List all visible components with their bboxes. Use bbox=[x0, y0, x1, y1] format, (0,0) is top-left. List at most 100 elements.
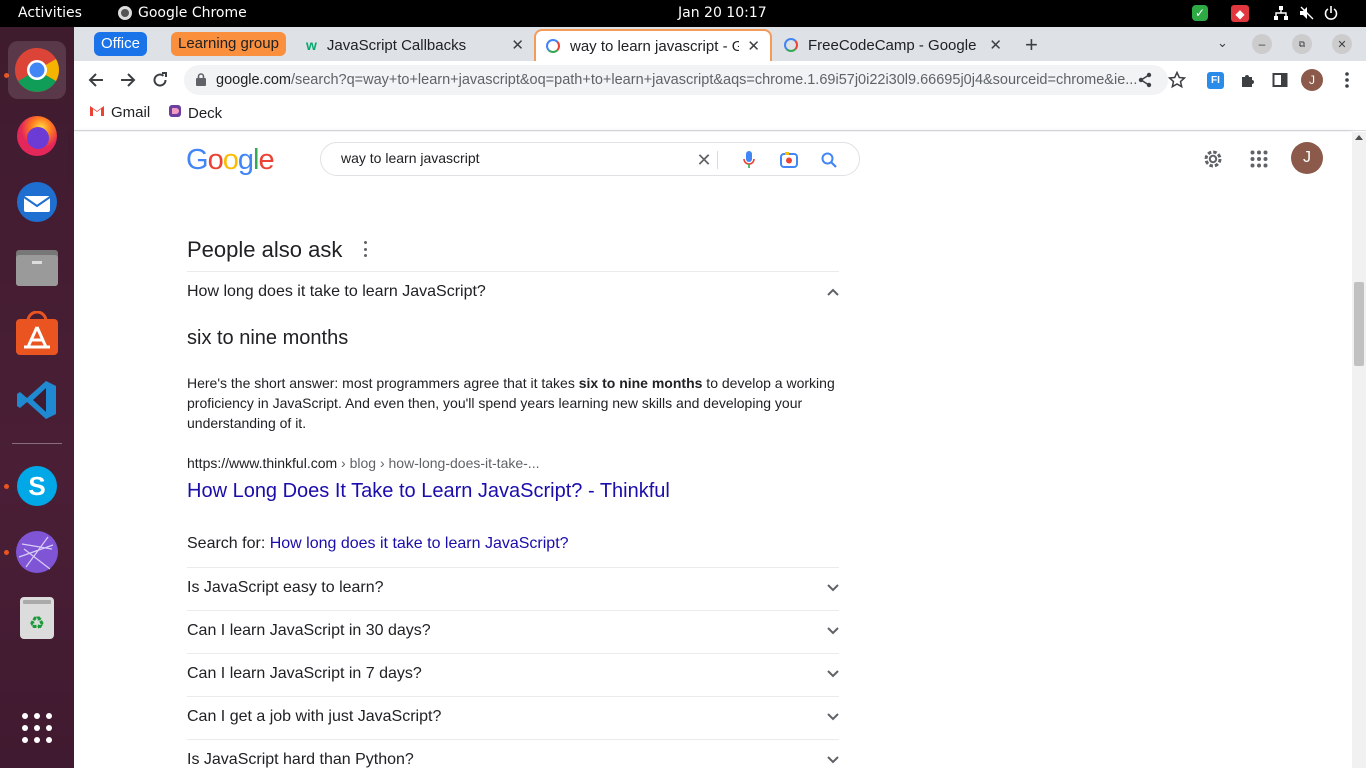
show-apps-icon[interactable] bbox=[8, 699, 66, 757]
google-logo[interactable]: Google bbox=[186, 144, 275, 177]
people-also-ask-title: People also ask bbox=[187, 237, 343, 262]
close-tab-icon[interactable]: ✕ bbox=[511, 36, 524, 54]
google-header: Google ✕ J bbox=[74, 132, 1352, 185]
google-search-box[interactable]: ✕ bbox=[320, 142, 860, 176]
tab-search-chevron-down-icon[interactable]: ⌄ bbox=[1217, 35, 1228, 51]
w3schools-favicon-icon: w bbox=[306, 37, 317, 53]
close-tab-icon[interactable]: ✕ bbox=[747, 37, 760, 55]
paa-question[interactable]: Can I learn JavaScript in 7 days? bbox=[187, 653, 839, 695]
firefox-icon[interactable] bbox=[8, 107, 66, 165]
result-title-link[interactable]: How Long Does It Take to Learn JavaScrip… bbox=[187, 480, 670, 503]
minimize-icon[interactable]: – bbox=[1252, 34, 1272, 54]
browser-menu-icon[interactable] bbox=[1336, 69, 1358, 91]
question-text: Is JavaScript easy to learn? bbox=[187, 579, 384, 596]
cite-breadcrumb: › blog › how-long-does-it-take-... bbox=[337, 455, 540, 471]
new-tab-icon[interactable]: + bbox=[1025, 32, 1038, 58]
search-icon[interactable] bbox=[819, 150, 839, 170]
back-icon[interactable] bbox=[85, 69, 107, 91]
question-text: Is JavaScript hard than Python? bbox=[187, 751, 414, 768]
tab-group-office[interactable]: Office bbox=[94, 32, 147, 56]
close-window-icon[interactable]: ✕ bbox=[1332, 34, 1352, 54]
bookmark-star-icon[interactable] bbox=[1166, 69, 1188, 91]
paa-question[interactable]: Is JavaScript easy to learn? bbox=[187, 567, 839, 609]
app-menu-label: Google Chrome bbox=[138, 5, 247, 21]
tab-group-learning[interactable]: Learning group bbox=[171, 32, 286, 56]
search-for-line: Search for: How long does it take to lea… bbox=[187, 535, 569, 553]
cite-domain: https://www.thinkful.com bbox=[187, 455, 338, 471]
clock[interactable]: Jan 20 10:17 bbox=[678, 5, 767, 21]
settings-gear-icon[interactable] bbox=[1202, 148, 1224, 175]
url-path: /search?q=way+to+learn+javascript&oq=pat… bbox=[290, 72, 1138, 88]
google-apps-icon[interactable] bbox=[1250, 150, 1268, 173]
web-app-icon[interactable] bbox=[8, 523, 66, 581]
more-options-icon[interactable] bbox=[364, 241, 368, 257]
answer-snippet: Here's the short answer: most programmer… bbox=[187, 373, 842, 433]
volume-muted-icon[interactable] bbox=[1298, 5, 1314, 21]
network-icon[interactable] bbox=[1273, 5, 1289, 21]
paa-question[interactable]: Is JavaScript hard than Python? bbox=[187, 739, 839, 768]
bookmark-deck[interactable]: Deck bbox=[168, 104, 222, 122]
search-results: People also ask How long does it take to… bbox=[74, 185, 1352, 768]
tab-javascript-callbacks[interactable]: w JavaScript Callbacks ✕ bbox=[296, 29, 534, 61]
bookmark-gmail[interactable]: Gmail bbox=[89, 104, 150, 121]
files-icon[interactable] bbox=[8, 239, 66, 297]
lens-search-icon[interactable] bbox=[779, 150, 799, 170]
paa-question-expanded[interactable]: How long does it take to learn JavaScrip… bbox=[187, 271, 839, 313]
bookmarks-bar: Gmail Deck bbox=[74, 99, 1366, 131]
shield-check-icon[interactable]: ✓ bbox=[1192, 5, 1208, 21]
voice-search-icon[interactable] bbox=[739, 150, 759, 170]
tab-freecodecamp[interactable]: FreeCodeCamp - Google S ✕ bbox=[774, 29, 1012, 61]
chrome-small-icon bbox=[118, 6, 132, 20]
lock-icon[interactable] bbox=[196, 73, 206, 90]
svg-text:♻: ♻ bbox=[29, 613, 45, 634]
google-favicon-icon bbox=[784, 38, 798, 52]
dock: S ♻ bbox=[0, 27, 74, 768]
paa-question[interactable]: Can I get a job with just JavaScript? bbox=[187, 696, 839, 738]
page-scrollbar[interactable] bbox=[1352, 132, 1366, 768]
scroll-up-arrow-icon[interactable] bbox=[1355, 135, 1363, 140]
share-icon[interactable] bbox=[1134, 69, 1156, 91]
search-for-label: Search for: bbox=[187, 535, 270, 552]
question-text: Can I get a job with just JavaScript? bbox=[187, 708, 442, 725]
chrome-icon[interactable] bbox=[8, 41, 66, 99]
reload-icon[interactable] bbox=[149, 69, 171, 91]
chevron-up-icon bbox=[827, 283, 839, 301]
search-input[interactable] bbox=[341, 150, 681, 166]
scrollbar-thumb[interactable] bbox=[1354, 282, 1364, 366]
system-top-bar: Activities Google Chrome Jan 20 10:17 ✓ … bbox=[0, 0, 1366, 27]
extensions-puzzle-icon[interactable] bbox=[1237, 69, 1259, 91]
thunderbird-icon[interactable] bbox=[8, 173, 66, 231]
skype-icon[interactable]: S bbox=[8, 457, 66, 515]
software-center-icon[interactable] bbox=[8, 305, 66, 363]
activities-button[interactable]: Activities bbox=[18, 5, 82, 21]
chevron-down-icon bbox=[827, 751, 839, 768]
clear-search-icon[interactable]: ✕ bbox=[694, 150, 714, 170]
forward-icon[interactable] bbox=[117, 69, 139, 91]
address-bar[interactable]: google.com/search?q=way+to+learn+javascr… bbox=[184, 65, 1168, 95]
tab-title: JavaScript Callbacks bbox=[326, 36, 467, 54]
profile-avatar[interactable]: J bbox=[1301, 69, 1323, 91]
search-for-link[interactable]: How long does it take to learn JavaScrip… bbox=[270, 535, 569, 552]
question-text: How long does it take to learn JavaScrip… bbox=[187, 283, 486, 300]
chevron-down-icon bbox=[827, 708, 839, 726]
trash-icon[interactable]: ♻ bbox=[8, 589, 66, 647]
paa-question[interactable]: Can I learn JavaScript in 30 days? bbox=[187, 610, 839, 652]
app-menu[interactable]: Google Chrome bbox=[118, 5, 247, 21]
answer-heading: six to nine months bbox=[187, 327, 349, 349]
browser-toolbar: google.com/search?q=way+to+learn+javascr… bbox=[74, 61, 1366, 99]
url-domain: google.com bbox=[216, 72, 291, 88]
anydesk-icon[interactable]: ◆ bbox=[1231, 5, 1249, 22]
dock-separator bbox=[12, 443, 62, 444]
close-tab-icon[interactable]: ✕ bbox=[989, 36, 1002, 54]
vscode-icon[interactable] bbox=[8, 371, 66, 429]
power-icon[interactable] bbox=[1323, 5, 1339, 21]
tab-strip: Office Learning group w JavaScript Callb… bbox=[74, 27, 1366, 61]
chevron-down-icon bbox=[827, 622, 839, 640]
extension-fi-icon[interactable]: FI bbox=[1207, 72, 1224, 89]
restore-icon[interactable]: ⧉ bbox=[1292, 34, 1312, 54]
google-account-avatar[interactable]: J bbox=[1291, 142, 1323, 174]
search-divider bbox=[717, 151, 718, 169]
tab-way-to-learn[interactable]: way to learn javascript - G ✕ bbox=[534, 29, 772, 61]
side-panel-icon[interactable] bbox=[1269, 69, 1291, 91]
tab-title: way to learn javascript - G bbox=[570, 37, 740, 55]
